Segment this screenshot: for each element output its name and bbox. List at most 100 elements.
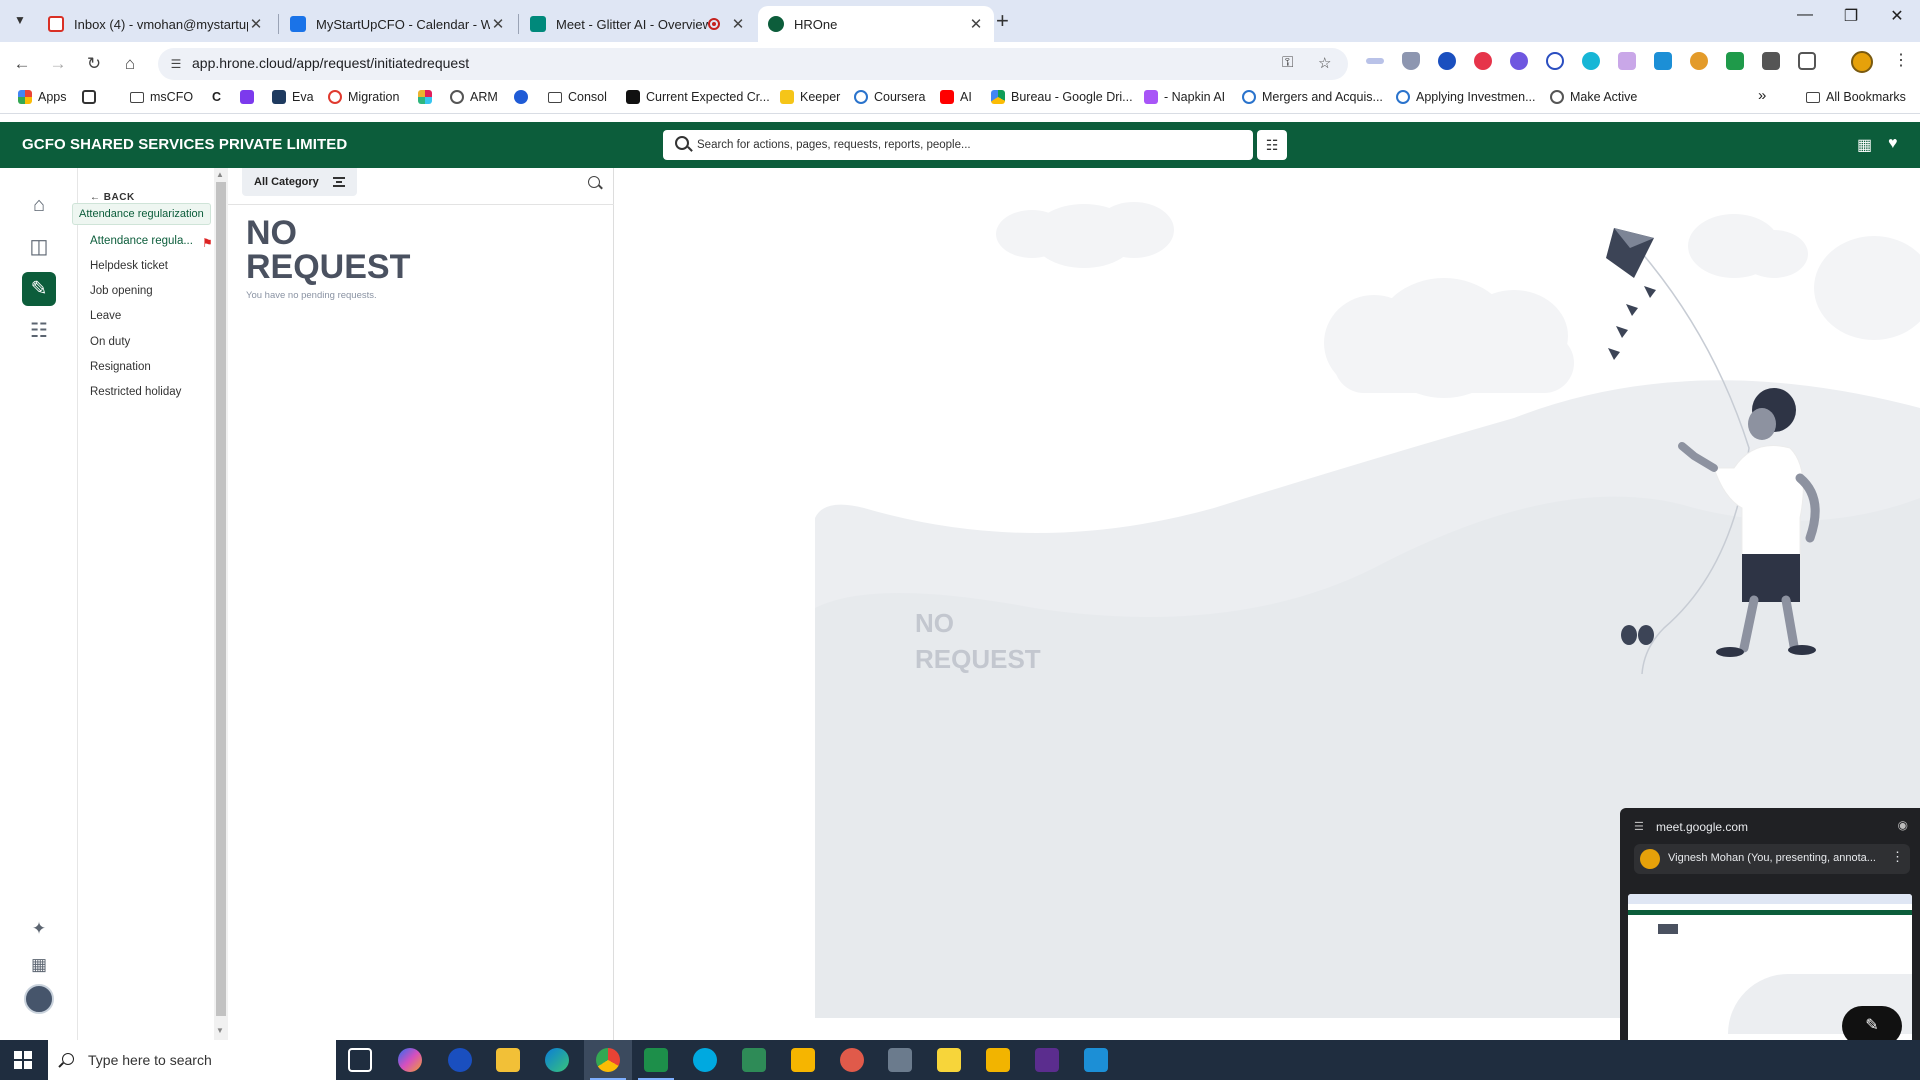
chrome-icon[interactable] (596, 1048, 620, 1072)
org-chart-button[interactable]: ☷ (1257, 130, 1287, 160)
forward-arrow-icon[interactable]: → (44, 50, 72, 78)
category-item-resignation[interactable]: Resignation (90, 361, 151, 373)
minimize-icon[interactable]: — (1782, 6, 1828, 24)
red-extension-icon[interactable] (1474, 52, 1492, 70)
sticky-notes-icon[interactable] (937, 1048, 961, 1072)
global-search-input[interactable] (697, 130, 1237, 160)
category-filter-button[interactable]: All Category (242, 168, 357, 196)
category-item-helpdesk-ticket[interactable]: Helpdesk ticket (90, 260, 168, 272)
user-avatar[interactable] (24, 984, 54, 1014)
address-bar[interactable]: ☰ app.hrone.cloud/app/request/initiatedr… (158, 48, 1348, 80)
reload-icon[interactable]: ↻ (80, 50, 108, 78)
browser-tab-meet[interactable]: Meet - Glitter AI - Overview ✕ (520, 6, 756, 42)
home-icon[interactable]: ⌂ (116, 50, 144, 78)
global-search[interactable] (663, 130, 1253, 160)
home-nav-icon[interactable]: ⌂ (22, 188, 56, 222)
all-bookmarks[interactable]: All Bookmarks (1806, 90, 1906, 104)
bookmark-coursera[interactable]: Coursera (854, 90, 925, 104)
r-app-icon[interactable] (791, 1048, 815, 1072)
bookmark-keeper[interactable]: Keeper (780, 90, 840, 104)
edge-icon[interactable] (545, 1048, 569, 1072)
close-tab-icon[interactable]: ✕ (968, 15, 984, 33)
pin-tool-icon[interactable]: ✦ (22, 912, 56, 946)
green-extension-icon[interactable] (1726, 52, 1744, 70)
site-info-icon[interactable]: ☰ (168, 56, 184, 72)
windows-start-icon[interactable] (14, 1051, 32, 1069)
bookmark-slack[interactable] (418, 90, 438, 104)
password-key-icon[interactable]: ⚿ (1282, 54, 1293, 71)
request-nav-icon[interactable]: ✎ (22, 272, 56, 306)
taskbar-search[interactable]: Type here to search (48, 1040, 336, 1080)
arrow-extension-icon[interactable] (1654, 52, 1672, 70)
bookmark-mscfo[interactable]: msCFO (130, 90, 193, 104)
meet-app-icon[interactable] (644, 1048, 668, 1072)
back-button[interactable]: ← BACK (90, 192, 135, 203)
file-explorer-icon[interactable] (496, 1048, 520, 1072)
scrollbar-thumb[interactable] (216, 182, 226, 1016)
asterisk-extension-icon[interactable] (1510, 52, 1528, 70)
team-nav-icon[interactable]: ☷ (22, 314, 56, 348)
category-item-leave[interactable]: Leave (90, 310, 121, 322)
bookmark-bluetooth[interactable] (514, 90, 534, 104)
category-item-restricted-holiday[interactable]: Restricted holiday (90, 386, 181, 398)
bookmark-ai[interactable]: AI (940, 90, 972, 104)
bookmark-grid[interactable] (82, 90, 102, 104)
tab-search-chevron-icon[interactable]: ▼ (8, 8, 32, 32)
bookmark-current-expected[interactable]: Current Expected Cr... (626, 90, 770, 104)
puzzle-extensions-icon[interactable] (1798, 52, 1816, 70)
category-item-attendance-regularization[interactable]: Attendance regula... (90, 235, 193, 247)
bookmark-consol[interactable]: Consol (548, 90, 607, 104)
copilot-icon[interactable] (398, 1048, 422, 1072)
more-bookmarks-chevron-icon[interactable]: » (1758, 87, 1766, 104)
calculator-icon[interactable] (888, 1048, 912, 1072)
bookmark-c[interactable]: C (212, 90, 221, 104)
grid-extension-icon[interactable] (1762, 52, 1780, 70)
bookmark-bureau-drive[interactable]: Bureau - Google Dri... (991, 90, 1133, 104)
bookmark-eva[interactable]: Eva (272, 90, 314, 104)
extension-icon[interactable] (1366, 58, 1384, 64)
power-bi-icon[interactable] (986, 1048, 1010, 1072)
url-text[interactable]: app.hrone.cloud/app/request/initiatedreq… (192, 55, 469, 71)
circle-extension-icon[interactable] (1582, 52, 1600, 70)
inbox-nav-icon[interactable]: ◫ (22, 230, 56, 264)
shield-extension-icon[interactable] (1402, 52, 1420, 70)
browser-tab-calendar[interactable]: MyStartUpCFO - Calendar - Week ✕ (280, 6, 516, 42)
browser-tab-hrone[interactable]: HROne ✕ (758, 6, 994, 42)
category-scrollbar[interactable]: ▲ ▼ (214, 168, 228, 1040)
snip-app-icon[interactable] (840, 1048, 864, 1072)
scroll-down-icon[interactable]: ▼ (216, 1026, 224, 1035)
pin-icon[interactable]: ⚑ (202, 236, 213, 250)
bookmark-migration[interactable]: Migration (328, 90, 399, 104)
category-item-on-duty[interactable]: On duty (90, 336, 130, 348)
profile-avatar[interactable] (1851, 51, 1873, 73)
close-window-icon[interactable]: ✕ (1874, 6, 1920, 26)
orange-extension-icon[interactable] (1690, 52, 1708, 70)
bookmark-apps[interactable]: Apps (18, 90, 67, 104)
bookmark-napkin[interactable]: - Napkin AI (1144, 90, 1225, 104)
browser-tab-gmail[interactable]: Inbox (4) - vmohan@mystartupcfo.com ✕ (38, 6, 274, 42)
tune-icon[interactable]: ☰ (1634, 820, 1644, 833)
close-tab-icon[interactable]: ✕ (490, 15, 506, 33)
new-tab-button[interactable]: + (996, 8, 1009, 34)
w-extension-icon[interactable] (1546, 52, 1564, 70)
close-tab-icon[interactable]: ✕ (248, 15, 264, 33)
visual-studio-icon[interactable] (1035, 1048, 1059, 1072)
apps-grid-nav-icon[interactable]: ▦ (22, 948, 56, 982)
onepassword-app-icon[interactable] (448, 1048, 472, 1072)
back-arrow-icon[interactable]: ← (8, 50, 36, 78)
mic-icon[interactable]: ◉ (1898, 818, 1908, 832)
close-tab-icon[interactable]: ✕ (730, 15, 746, 33)
bookmark-swirl[interactable] (240, 90, 260, 104)
onepassword-extension-icon[interactable] (1438, 52, 1456, 70)
bookmark-mergers[interactable]: Mergers and Acquis... (1242, 90, 1383, 104)
arrow-app-icon[interactable] (1084, 1048, 1108, 1072)
more-options-icon[interactable]: ⋮ (1891, 849, 1904, 865)
bell-icon[interactable]: ♥ (1888, 135, 1898, 153)
book-icon[interactable]: ▦ (1857, 135, 1872, 155)
request-search-icon[interactable] (588, 176, 600, 188)
m-extension-icon[interactable] (1618, 52, 1636, 70)
skype-icon[interactable] (693, 1048, 717, 1072)
green-app-icon[interactable] (742, 1048, 766, 1072)
task-view-icon[interactable] (348, 1048, 372, 1072)
bookmark-arm[interactable]: ARM (450, 90, 498, 104)
